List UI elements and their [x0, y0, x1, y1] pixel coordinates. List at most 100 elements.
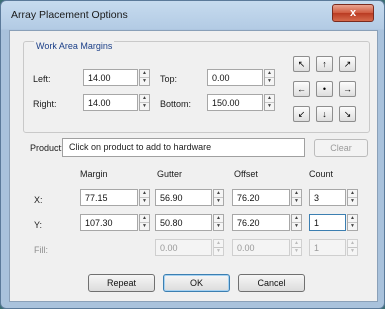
- align-bottom-button[interactable]: ↓: [316, 106, 333, 122]
- bottom-margin-spinner[interactable]: ▲ ▼: [264, 94, 275, 111]
- window-title: Array Placement Options: [11, 9, 128, 21]
- title-bar[interactable]: Array Placement Options x: [1, 1, 384, 29]
- arrow-up-left-icon: ↖: [297, 59, 306, 69]
- y-count-spinner[interactable]: ▲ ▼: [347, 214, 358, 231]
- spin-down-icon[interactable]: ▼: [348, 248, 357, 255]
- right-margin-input[interactable]: [83, 94, 138, 111]
- align-top-button[interactable]: ↑: [316, 56, 333, 72]
- spin-down-icon[interactable]: ▼: [265, 78, 274, 85]
- y-offset-spinner[interactable]: ▲ ▼: [291, 214, 302, 231]
- align-top-right-button[interactable]: ↗: [339, 56, 356, 72]
- spin-up-icon[interactable]: ▲: [214, 215, 223, 223]
- close-button[interactable]: x: [332, 4, 374, 22]
- spin-up-icon[interactable]: ▲: [292, 190, 301, 198]
- fill-gutter-input[interactable]: [155, 239, 212, 256]
- spin-up-icon[interactable]: ▲: [348, 190, 357, 198]
- fill-offset-spinner[interactable]: ▲ ▼: [291, 239, 302, 256]
- x-gutter-input[interactable]: [155, 189, 212, 206]
- x-offset-input[interactable]: [232, 189, 290, 206]
- left-margin-spinner[interactable]: ▲ ▼: [139, 69, 150, 86]
- spin-up-icon[interactable]: ▲: [348, 240, 357, 248]
- align-left-button[interactable]: ←: [293, 81, 310, 97]
- arrow-down-right-icon: ↘: [343, 109, 352, 119]
- spin-up-icon[interactable]: ▲: [140, 215, 149, 223]
- arrow-right-icon: →: [343, 84, 352, 94]
- y-offset-input[interactable]: [232, 214, 290, 231]
- spin-down-icon[interactable]: ▼: [348, 223, 357, 230]
- y-row-label: Y:: [34, 220, 43, 230]
- spin-down-icon[interactable]: ▼: [214, 198, 223, 205]
- fill-count-spinner[interactable]: ▲ ▼: [347, 239, 358, 256]
- center-dot-icon: •: [322, 84, 327, 94]
- align-bottom-right-button[interactable]: ↘: [339, 106, 356, 122]
- arrow-up-icon: ↑: [322, 59, 327, 69]
- margin-column-header: Margin: [80, 169, 108, 179]
- spin-up-icon[interactable]: ▲: [214, 190, 223, 198]
- spin-down-icon[interactable]: ▼: [292, 248, 301, 255]
- fill-count-input[interactable]: [309, 239, 346, 256]
- align-top-left-button[interactable]: ↖: [293, 56, 310, 72]
- close-icon: x: [349, 7, 357, 19]
- spin-up-icon[interactable]: ▲: [265, 70, 274, 78]
- y-margin-input[interactable]: [80, 214, 138, 231]
- left-margin-label: Left:: [33, 74, 51, 84]
- right-margin-spinner[interactable]: ▲ ▼: [139, 94, 150, 111]
- arrow-down-icon: ↓: [322, 109, 327, 119]
- arrow-up-right-icon: ↗: [343, 59, 352, 69]
- spin-down-icon[interactable]: ▼: [265, 103, 274, 110]
- spin-down-icon[interactable]: ▼: [214, 248, 223, 255]
- x-margin-input[interactable]: [80, 189, 138, 206]
- x-offset-spinner[interactable]: ▲ ▼: [291, 189, 302, 206]
- spin-down-icon[interactable]: ▼: [140, 198, 149, 205]
- y-gutter-input[interactable]: [155, 214, 212, 231]
- spin-up-icon[interactable]: ▲: [140, 70, 149, 78]
- spin-up-icon[interactable]: ▲: [292, 240, 301, 248]
- spin-down-icon[interactable]: ▼: [140, 78, 149, 85]
- clear-button[interactable]: Clear: [314, 139, 368, 157]
- y-margin-spinner[interactable]: ▲ ▼: [139, 214, 150, 231]
- right-margin-label: Right:: [33, 99, 57, 109]
- spin-up-icon[interactable]: ▲: [348, 215, 357, 223]
- y-gutter-spinner[interactable]: ▲ ▼: [213, 214, 224, 231]
- fill-gutter-spinner[interactable]: ▲ ▼: [213, 239, 224, 256]
- offset-column-header: Offset: [234, 169, 258, 179]
- top-margin-input[interactable]: [207, 69, 263, 86]
- cancel-button[interactable]: Cancel: [238, 274, 305, 292]
- x-gutter-spinner[interactable]: ▲ ▼: [213, 189, 224, 206]
- spin-down-icon[interactable]: ▼: [140, 103, 149, 110]
- x-count-input[interactable]: [309, 189, 346, 206]
- dialog-body: Work Area Margins Left: ▲▼ Right: ▲▼ Top…: [9, 30, 378, 302]
- gutter-column-header: Gutter: [157, 169, 183, 179]
- repeat-button[interactable]: Repeat: [88, 274, 155, 292]
- spin-up-icon[interactable]: ▲: [265, 95, 274, 103]
- group-label: Work Area Margins: [34, 41, 115, 51]
- spin-up-icon[interactable]: ▲: [214, 240, 223, 248]
- count-column-header: Count: [309, 169, 334, 179]
- fill-offset-input[interactable]: [232, 239, 290, 256]
- product-label: Product:: [30, 143, 64, 153]
- x-margin-spinner[interactable]: ▲ ▼: [139, 189, 150, 206]
- spin-down-icon[interactable]: ▼: [140, 223, 149, 230]
- align-center-button[interactable]: •: [316, 81, 333, 97]
- top-margin-spinner[interactable]: ▲ ▼: [264, 69, 275, 86]
- fill-row-label: Fill:: [34, 245, 48, 255]
- align-right-button[interactable]: →: [339, 81, 356, 97]
- bottom-margin-label: Bottom:: [160, 99, 192, 109]
- spin-up-icon[interactable]: ▲: [292, 215, 301, 223]
- x-count-spinner[interactable]: ▲ ▼: [347, 189, 358, 206]
- spin-down-icon[interactable]: ▼: [292, 223, 301, 230]
- align-bottom-left-button[interactable]: ↙: [293, 106, 310, 122]
- spin-down-icon[interactable]: ▼: [292, 198, 301, 205]
- spin-up-icon[interactable]: ▲: [140, 190, 149, 198]
- arrow-left-icon: ←: [297, 84, 306, 94]
- top-margin-label: Top:: [160, 74, 178, 84]
- spin-up-icon[interactable]: ▲: [140, 95, 149, 103]
- bottom-margin-input[interactable]: [207, 94, 263, 111]
- spin-down-icon[interactable]: ▼: [348, 198, 357, 205]
- array-placement-dialog: Array Placement Options x Work Area Marg…: [0, 0, 385, 309]
- left-margin-input[interactable]: [83, 69, 138, 86]
- x-row-label: X:: [34, 195, 43, 205]
- spin-down-icon[interactable]: ▼: [214, 223, 223, 230]
- ok-button[interactable]: OK: [163, 274, 230, 292]
- y-count-input[interactable]: [309, 214, 346, 231]
